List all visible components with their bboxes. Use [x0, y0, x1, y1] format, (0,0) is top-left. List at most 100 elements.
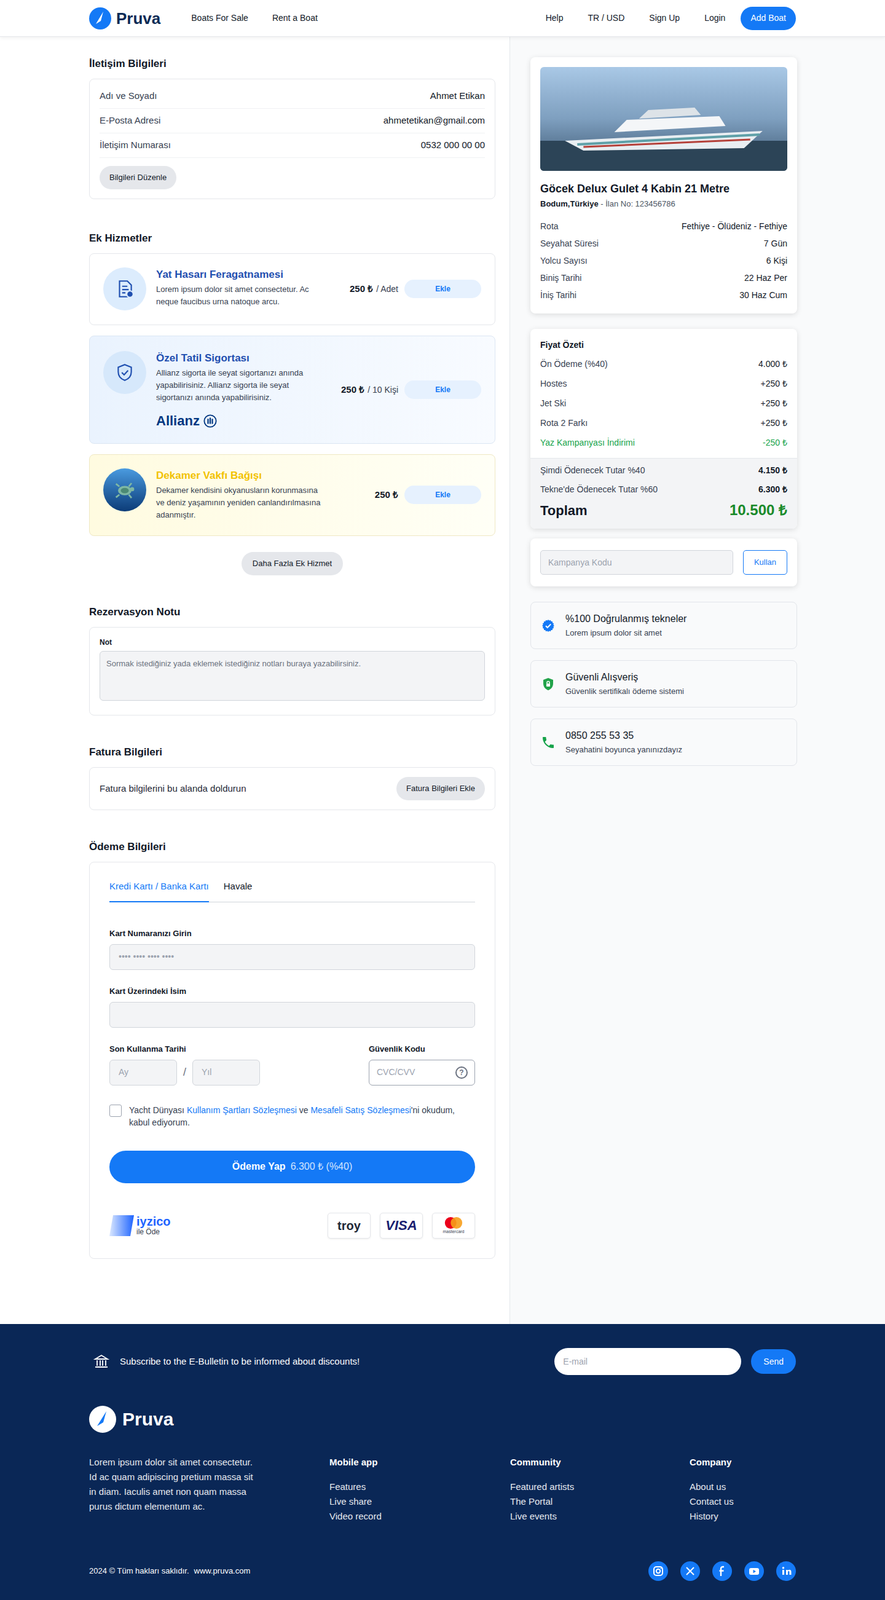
payable-label: Tekne'de Ödenecek Tutar %60 [540, 483, 658, 496]
payment-tab[interactable]: Kredi Kartı / Banka Kartı [109, 879, 209, 903]
nav-link[interactable]: TR / USD [587, 11, 625, 25]
price-value: +250 ₺ [760, 377, 788, 391]
card-name-input[interactable] [109, 1001, 476, 1028]
facebook-icon[interactable] [712, 1561, 732, 1581]
iyzico-icon [109, 1215, 134, 1236]
expiry-year-input[interactable] [192, 1059, 260, 1086]
footer: Subscribe to the E-Bulletin to be inform… [0, 1323, 885, 1600]
footer-column-title: Mobile app [329, 1454, 511, 1470]
invoice-text: Fatura bilgilerini bu alanda doldurun [99, 781, 247, 796]
services-section: Ek HizmetlerYat Hasarı FeragatnamesiLore… [89, 231, 496, 576]
email-input[interactable] [554, 1347, 742, 1375]
total-label: Toplam [540, 500, 588, 521]
nav-link[interactable]: Help [545, 11, 564, 25]
add-boat-button[interactable]: Add Boat [740, 6, 796, 31]
card-number-input[interactable] [109, 944, 476, 970]
logo[interactable]: Pruva [89, 7, 161, 30]
boat-card: Göcek Delux Gulet 4 Kabin 21 MetreBodum,… [530, 57, 798, 314]
feature-text: Lorem ipsum dolor sit amet [565, 626, 687, 640]
youtube-icon[interactable] [744, 1561, 764, 1581]
price-label: Hostes [540, 377, 568, 391]
invoice-card: Fatura bilgilerini bu alanda doldurun Fat… [89, 767, 496, 811]
logo-text[interactable]: Pruva [116, 8, 161, 29]
footer-link[interactable]: The Portal [510, 1494, 690, 1509]
total-row: Toplam10.500 ₺ [540, 499, 788, 522]
edit-info-button[interactable]: Bilgileri Düzenle [99, 165, 177, 190]
detail-label: Yolcu Sayısı [540, 254, 588, 268]
expiry-month-input[interactable] [109, 1059, 177, 1086]
feature-title: 0850 255 53 35 [565, 728, 683, 743]
document-icon [103, 267, 147, 311]
checkout-form: İletişim Bilgileri Adı ve SoyadıAhmet Eti… [0, 36, 510, 1324]
footer-link[interactable]: Featured artists [510, 1479, 690, 1495]
site-link[interactable]: www.pruva.com [194, 1565, 251, 1576]
x-icon[interactable] [680, 1561, 701, 1581]
send-button[interactable]: Send [751, 1349, 796, 1374]
note-textarea[interactable] [99, 650, 485, 701]
help-icon[interactable]: ? [455, 1066, 468, 1079]
contact-section: İletişim Bilgileri Adı ve SoyadıAhmet Eti… [89, 56, 496, 200]
boat-photo [540, 66, 788, 171]
detail-row: Seyahat Süresi7 Gün [540, 234, 788, 252]
footer-link[interactable]: History [689, 1508, 796, 1524]
section-title: Ödeme Bilgileri [89, 839, 496, 855]
field-label: Güvenlik Kodu [368, 1043, 476, 1055]
agreement-checkbox[interactable] [109, 1104, 122, 1117]
detail-label: Rota [540, 220, 559, 233]
brand-logo: Allianz [156, 413, 324, 429]
apply-coupon-button[interactable]: Kullan [743, 550, 788, 575]
payable-value: 4.150 ₺ [758, 464, 788, 477]
logo-icon[interactable] [89, 7, 112, 30]
linkedin-icon[interactable] [776, 1561, 796, 1581]
agreement-text: Yacht Dünyası [129, 1105, 187, 1115]
footer-link[interactable]: About us [689, 1479, 796, 1495]
footer-logo[interactable]: Pruva [89, 1405, 796, 1433]
nav-link[interactable]: Rent a Boat [272, 11, 318, 25]
info-row: E-Posta Adresiahmetetikan@gmail.com [99, 108, 485, 134]
nav-link[interactable]: Login [704, 11, 726, 25]
logo-text[interactable]: Pruva [122, 1408, 174, 1431]
add-service-button[interactable]: Ekle [404, 279, 482, 299]
footer-link[interactable]: Live share [329, 1494, 511, 1509]
payment-tab[interactable]: Havale [223, 879, 253, 903]
footer-link[interactable]: Video record [329, 1508, 511, 1524]
add-service-button[interactable]: Ekle [404, 380, 482, 399]
nav-link[interactable]: Boats For Sale [191, 11, 249, 25]
coupon-card: Kullan [530, 538, 798, 587]
mastercard-icon [443, 1216, 465, 1230]
detail-row: İniş Tarihi30 Haz Cum [540, 286, 788, 304]
price-value: +250 ₺ [760, 416, 788, 430]
field-label: Kart Numaranızı Girin [109, 928, 476, 940]
contact-card: Adı ve SoyadıAhmet EtikanE-Posta Adresia… [89, 78, 496, 200]
more-services-button[interactable]: Daha Fazla Ek Hizmet [241, 551, 343, 576]
phone-icon [540, 735, 556, 750]
bank-icon [92, 1352, 111, 1370]
mastercard-text: mastercard [442, 1229, 465, 1235]
service-price: 250 ₺ [374, 487, 399, 503]
logo-icon[interactable] [89, 1405, 117, 1433]
coupon-input[interactable] [540, 550, 734, 575]
pay-amount[interactable]: 6.300 ₺ (%40) [290, 1159, 353, 1174]
footer-link[interactable]: Contact us [689, 1494, 796, 1509]
add-service-button[interactable]: Ekle [404, 485, 482, 504]
price-value: 4.000 ₺ [758, 357, 788, 371]
agreement-link[interactable]: Mesafeli Satış Sözleşmesi [310, 1105, 411, 1115]
detail-label: İniş Tarihi [540, 288, 577, 302]
pay-button[interactable]: Ödeme Yap 6.300 ₺ (%40) [109, 1150, 476, 1184]
section-title: İletişim Bilgileri [89, 56, 496, 72]
footer-column: CompanyAbout usContact usHistory [689, 1454, 796, 1524]
cvc-input[interactable] [368, 1059, 476, 1086]
footer-link[interactable]: Features [329, 1479, 511, 1495]
service-title: Yat Hasarı Feragatnamesi [156, 267, 324, 283]
pay-label[interactable]: Ödeme Yap [232, 1159, 286, 1174]
shield-icon [103, 350, 147, 394]
add-invoice-button[interactable]: Fatura Bilgileri Ekle [396, 776, 485, 801]
footer-link[interactable]: Live events [510, 1508, 690, 1524]
agreement-text: ve [296, 1105, 311, 1115]
detail-label: Biniş Tarihi [540, 271, 582, 285]
instagram-icon[interactable] [648, 1561, 669, 1581]
payable-line: Şimdi Ödenecek Tutar %404.150 ₺ [540, 460, 788, 480]
order-sidebar: Göcek Delux Gulet 4 Kabin 21 MetreBodum,… [509, 36, 885, 1324]
agreement-link[interactable]: Kullanım Şartları Sözleşmesi [186, 1105, 297, 1115]
nav-link[interactable]: Sign Up [649, 11, 680, 25]
